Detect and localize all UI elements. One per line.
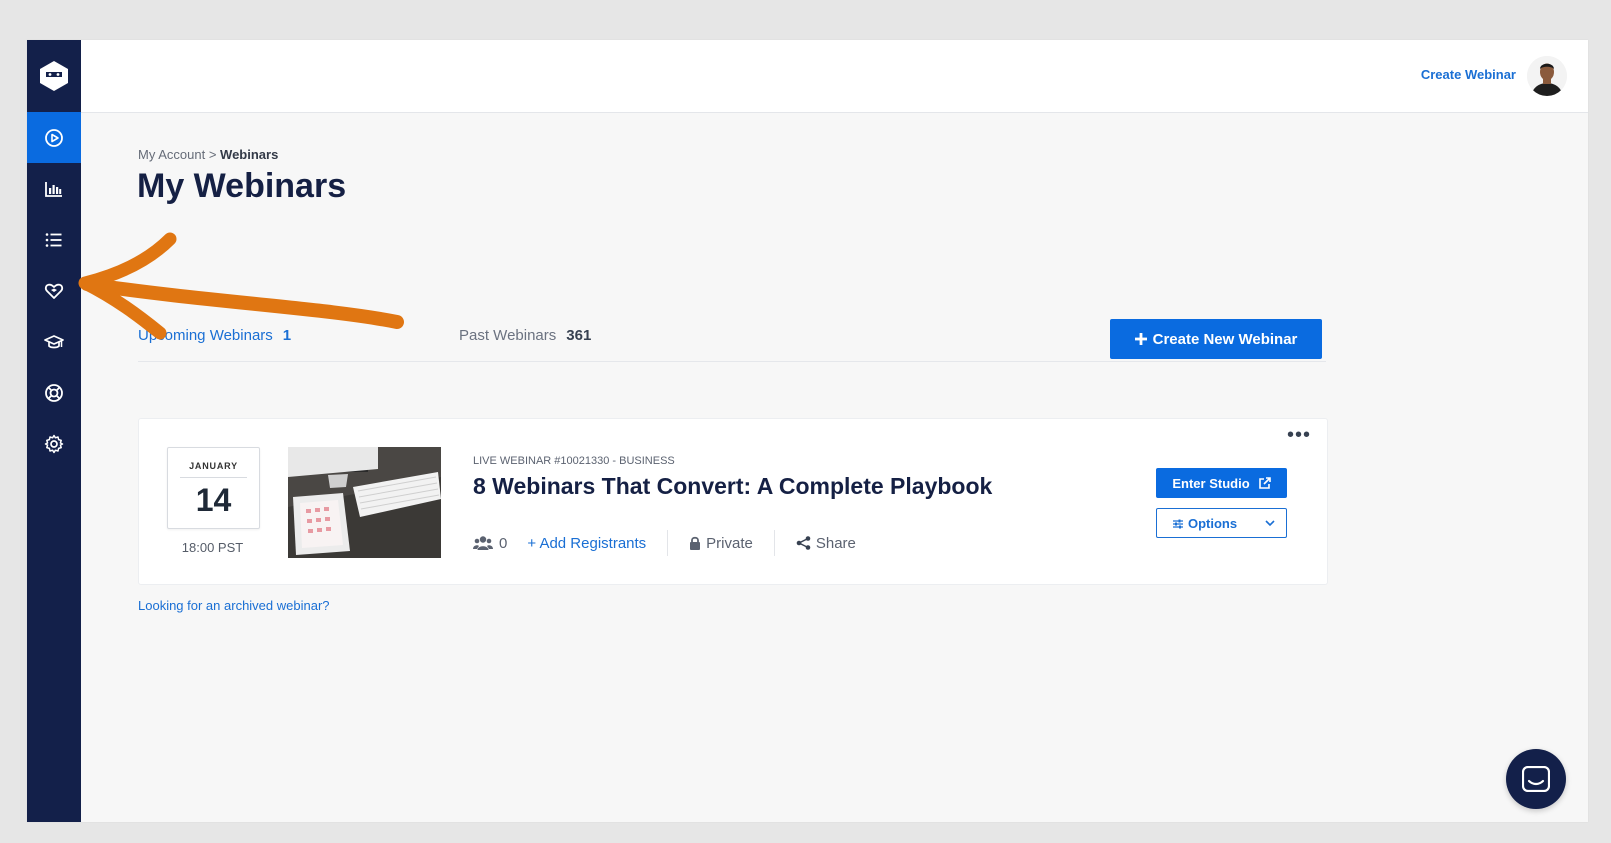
options-label-group: Options	[1172, 516, 1237, 531]
registrants-value: 0	[499, 534, 508, 552]
tab-label: Past Webinars	[459, 327, 557, 344]
page-title: My Webinars	[137, 167, 347, 205]
tab-upcoming-webinars[interactable]: Upcoming Webinars 1	[138, 327, 291, 344]
top-bar: Create Webinar	[81, 40, 1588, 113]
share-label: Share	[815, 534, 856, 552]
webinar-stats: 0 + Add Registrants Private Share	[473, 530, 856, 556]
desk-image	[288, 447, 441, 558]
options-label: Options	[1188, 516, 1238, 531]
chevron-down-icon	[1265, 520, 1275, 527]
sidebar-item-analytics[interactable]	[27, 163, 81, 214]
tab-past-webinars[interactable]: Past Webinars 361	[459, 327, 591, 344]
date-day: 14	[195, 482, 232, 518]
create-webinar-link[interactable]: Create Webinar	[1421, 67, 1516, 82]
chat-launcher[interactable]	[1506, 749, 1566, 809]
users-icon	[473, 536, 493, 550]
app-window: Create Webinar My Account > Webinars My …	[27, 40, 1588, 822]
archived-webinar-link[interactable]: Looking for an archived webinar?	[138, 598, 330, 613]
add-registrants-link[interactable]: + Add Registrants	[527, 535, 646, 552]
webinar-time: 18:00 PST	[181, 540, 244, 555]
sliders-icon	[1173, 519, 1183, 528]
more-options-icon[interactable]: •••	[1287, 425, 1311, 445]
play-circle-icon	[45, 128, 63, 147]
create-new-webinar-label: Create New Webinar	[1152, 330, 1298, 348]
sidebar-item-support[interactable]	[27, 367, 81, 418]
lifebuoy-icon	[45, 383, 63, 402]
create-new-webinar-button[interactable]: Create New Webinar	[1110, 319, 1322, 359]
external-link-icon	[1258, 476, 1271, 489]
gear-icon	[44, 434, 64, 453]
sidebar	[27, 40, 81, 822]
sidebar-item-settings[interactable]	[27, 418, 81, 469]
logo[interactable]	[27, 40, 81, 112]
main-content: My Account > Webinars My Webinars Upcomi…	[81, 112, 1588, 822]
chat-icon	[1522, 766, 1550, 792]
sidebar-item-webinars[interactable]	[27, 112, 81, 163]
tab-label: Upcoming Webinars	[138, 327, 273, 344]
share-icon	[796, 536, 811, 550]
breadcrumb-parent[interactable]: My Account	[138, 147, 205, 162]
sidebar-item-list[interactable]	[27, 214, 81, 265]
divider	[773, 530, 775, 556]
logo-icon	[40, 61, 68, 91]
sidebar-item-integrations[interactable]	[27, 265, 81, 316]
privacy-toggle[interactable]: Private	[689, 535, 753, 552]
breadcrumb: My Account > Webinars	[138, 147, 278, 162]
breadcrumb-separator: >	[205, 147, 221, 162]
tab-count: 361	[566, 327, 592, 344]
registrants-count: 0	[473, 535, 507, 552]
bar-chart-icon	[45, 181, 62, 197]
avatar[interactable]	[1527, 56, 1567, 96]
user-avatar-icon	[1527, 56, 1567, 96]
heart-handshake-icon	[44, 283, 64, 299]
webinar-meta: LIVE WEBINAR #10021330 - BUSINESS	[473, 455, 675, 467]
options-dropdown[interactable]: Options	[1156, 508, 1287, 538]
sidebar-item-academy[interactable]	[27, 316, 81, 367]
date-badge: JANUARY 14	[167, 447, 260, 529]
list-icon	[45, 232, 62, 247]
tab-count: 1	[282, 327, 292, 344]
privacy-label: Private	[706, 534, 753, 552]
divider	[667, 530, 669, 556]
enter-studio-label: Enter Studio	[1172, 475, 1250, 491]
date-month: JANUARY	[180, 461, 247, 478]
breadcrumb-current: Webinars	[220, 147, 279, 162]
webinar-thumbnail[interactable]	[288, 447, 441, 558]
plus-icon	[1134, 333, 1147, 345]
webinar-card: JANUARY 14 18:00 PST LIVE WEBINAR #10021…	[138, 418, 1328, 585]
lock-icon	[690, 536, 701, 550]
share-button[interactable]: Share	[796, 535, 856, 552]
webinar-title[interactable]: 8 Webinars That Convert: A Complete Play…	[473, 473, 992, 500]
graduation-cap-icon	[44, 334, 64, 348]
enter-studio-button[interactable]: Enter Studio	[1156, 468, 1287, 498]
